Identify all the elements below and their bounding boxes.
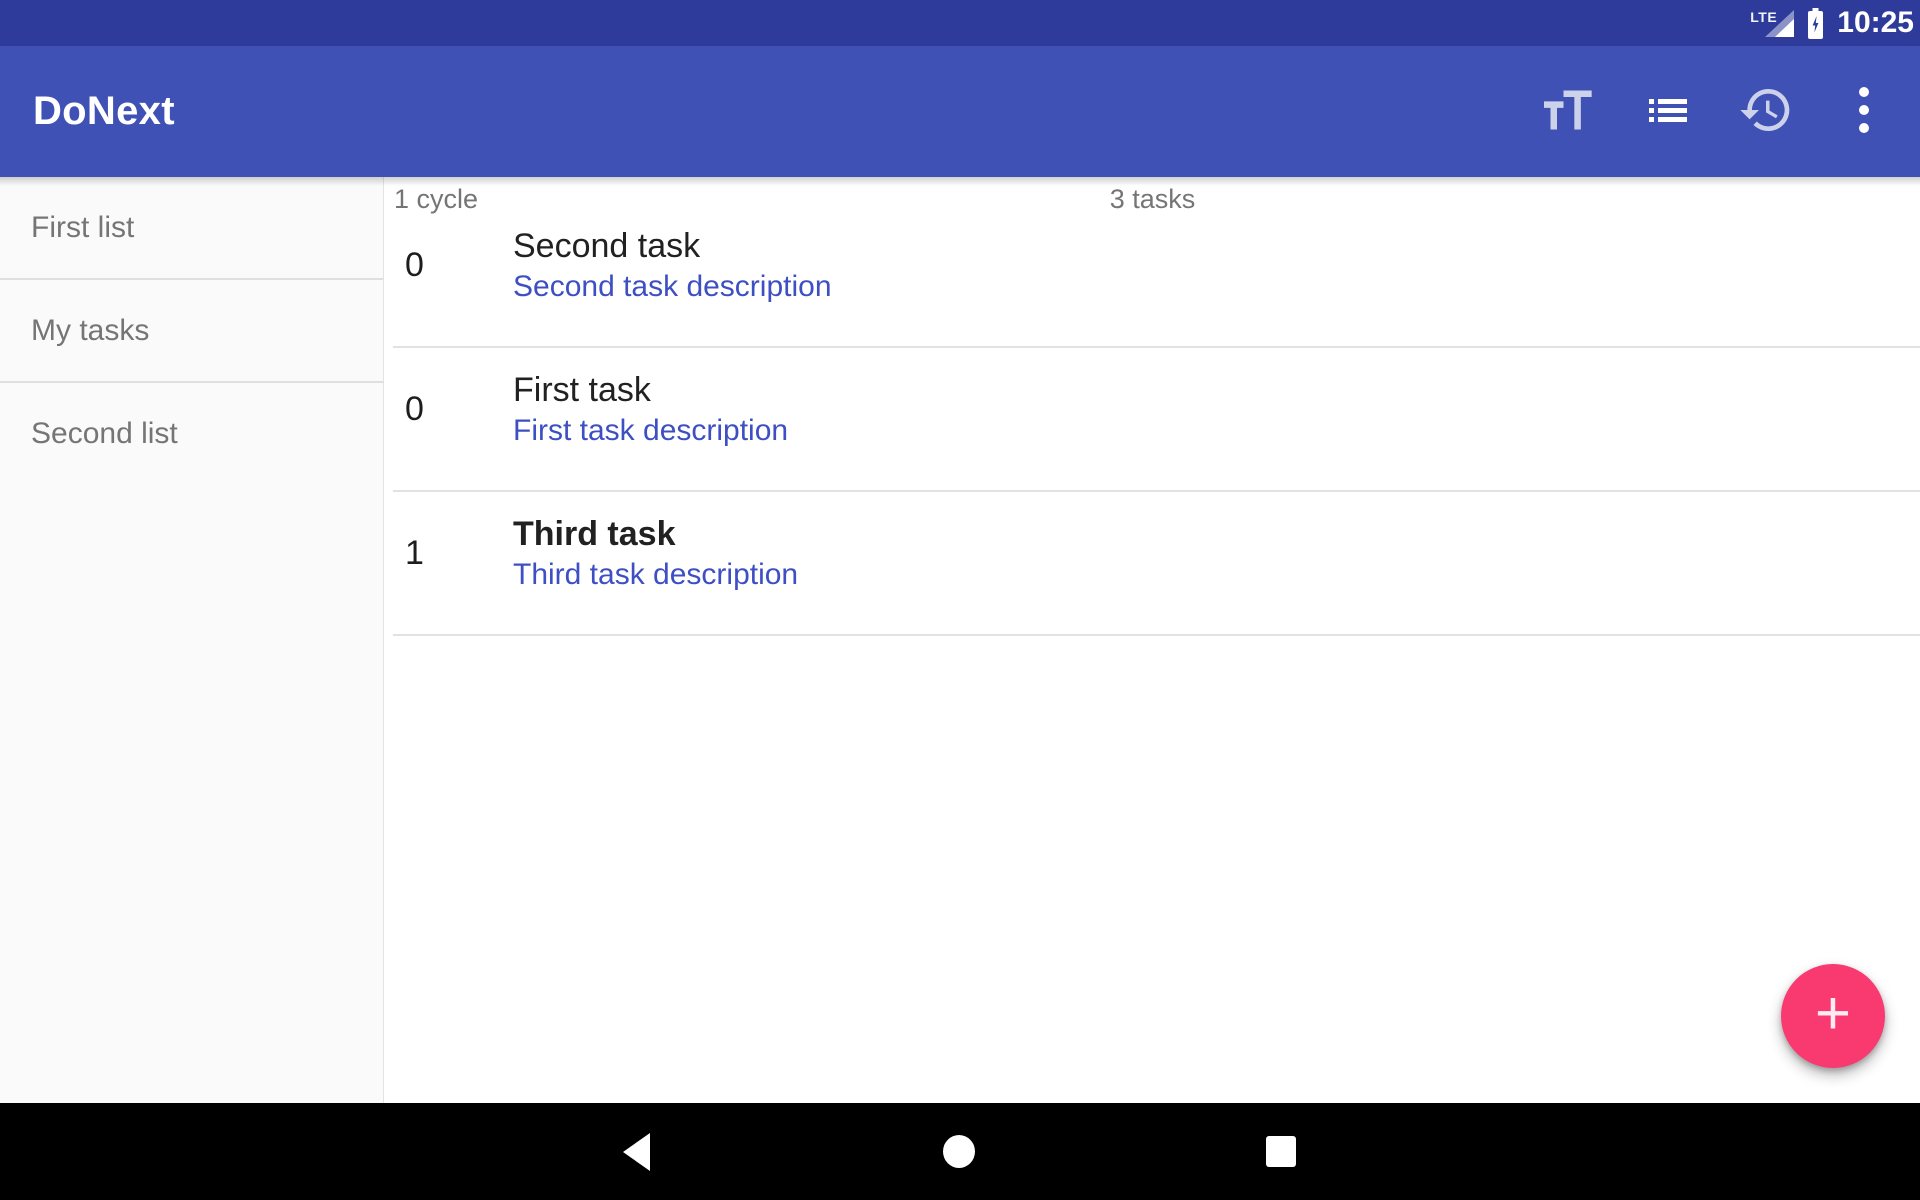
task-count: 0 xyxy=(405,392,424,426)
history-icon xyxy=(1738,82,1794,141)
task-title: Third task xyxy=(513,515,675,554)
status-bar: LTE 10:25 xyxy=(0,0,1920,46)
battery-charging-icon xyxy=(1808,8,1823,39)
task-title: First task xyxy=(513,371,651,410)
sidebar-item-my-tasks[interactable]: My tasks xyxy=(0,280,383,383)
plus-icon: + xyxy=(1815,983,1851,1045)
recents-icon xyxy=(1266,1136,1296,1167)
back-icon xyxy=(623,1133,650,1171)
sidebar-item-label: First list xyxy=(31,211,134,245)
overflow-menu-button[interactable] xyxy=(1815,63,1913,161)
task-row[interactable]: 0 First task First task description xyxy=(393,348,1920,492)
signal-strength-icon: LTE xyxy=(1750,7,1794,39)
list-icon xyxy=(1649,99,1687,125)
app-bar: DoNext xyxy=(0,46,1920,177)
format-size-icon xyxy=(1544,89,1596,134)
task-count: 0 xyxy=(405,248,424,282)
clock-label: 10:25 xyxy=(1837,6,1914,40)
format-size-button[interactable] xyxy=(1521,63,1619,161)
task-row[interactable]: 0 Second task Second task description xyxy=(393,204,1920,348)
task-lists-sidebar: First list My tasks Second list xyxy=(0,177,384,1103)
back-button[interactable] xyxy=(588,1103,684,1200)
task-description-link: First task description xyxy=(513,414,788,449)
history-button[interactable] xyxy=(1717,63,1815,161)
task-description-link: Third task description xyxy=(513,558,798,593)
sidebar-item-first-list[interactable]: First list xyxy=(0,177,383,280)
sidebar-item-label: My tasks xyxy=(31,314,149,348)
add-task-fab[interactable]: + xyxy=(1781,964,1885,1068)
sidebar-item-second-list[interactable]: Second list xyxy=(0,383,383,484)
navigation-bar xyxy=(0,1103,1920,1200)
task-description-link: Second task description xyxy=(513,270,832,305)
task-panel: 1 cycle 3 tasks 0 Second task Second tas… xyxy=(385,177,1920,1103)
app-bar-actions xyxy=(1521,46,1913,177)
list-view-button[interactable] xyxy=(1619,63,1717,161)
sidebar-item-label: Second list xyxy=(31,417,178,451)
home-button[interactable] xyxy=(911,1103,1007,1200)
more-vert-icon xyxy=(1858,86,1870,137)
home-icon xyxy=(943,1135,975,1168)
task-row[interactable]: 1 Third task Third task description xyxy=(393,492,1920,636)
task-panel-header: 1 cycle 3 tasks xyxy=(385,177,1920,204)
task-list: 0 Second task Second task description 0 … xyxy=(385,204,1920,636)
task-title: Second task xyxy=(513,227,700,266)
screen: LTE 10:25 DoNext xyxy=(0,0,1920,1200)
app-title: DoNext xyxy=(33,89,175,134)
recents-button[interactable] xyxy=(1233,1103,1329,1200)
task-count: 1 xyxy=(405,536,424,570)
